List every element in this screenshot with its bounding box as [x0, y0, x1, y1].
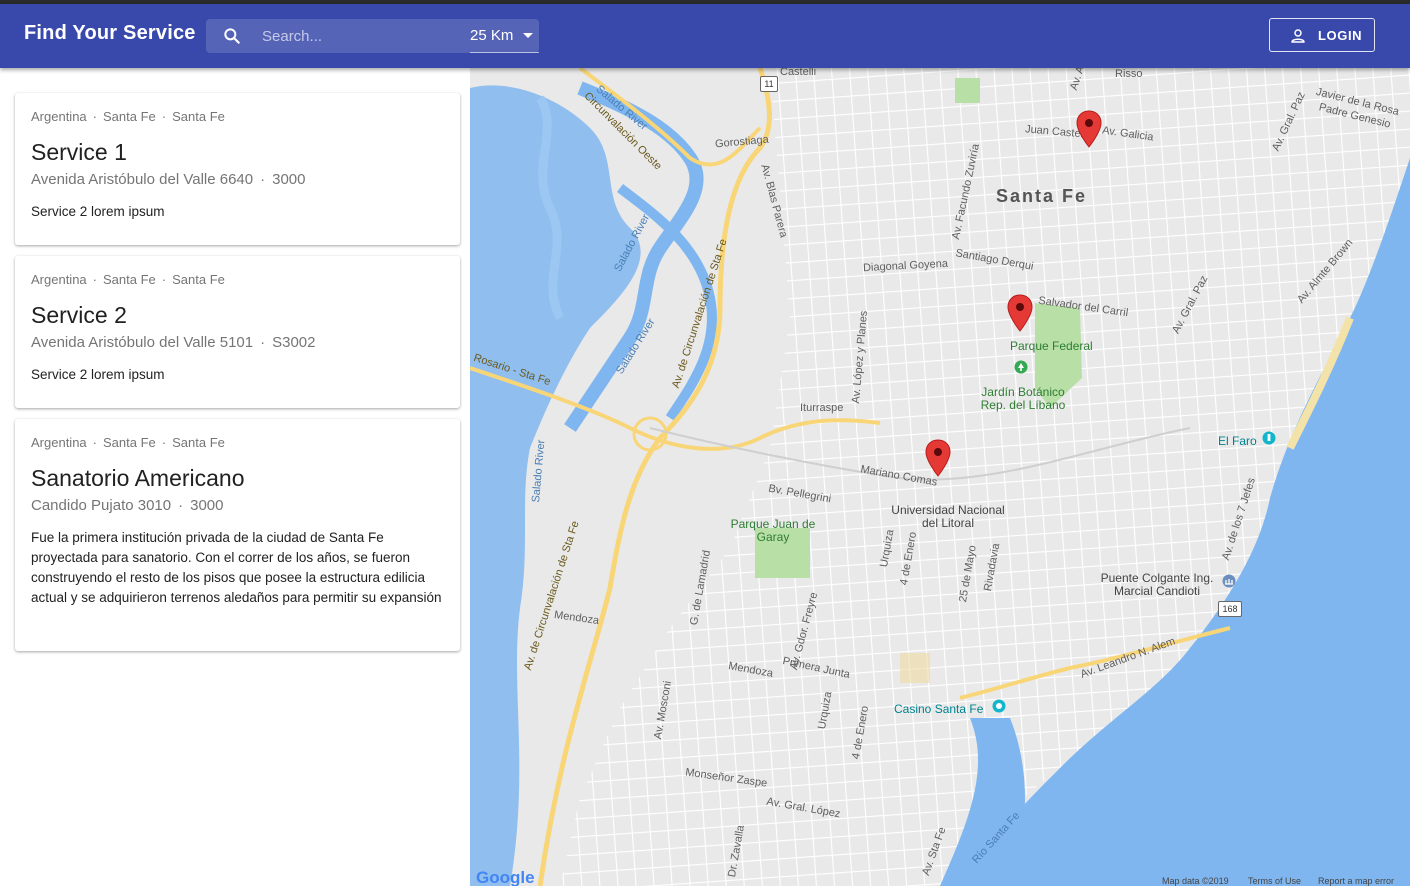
map-pin-icon[interactable]: [925, 439, 951, 477]
landmark-icon: [1222, 574, 1236, 588]
service-address-line: Candido Pujato 3010 · 3000: [31, 497, 224, 514]
terms-link[interactable]: Terms of Use: [1248, 876, 1301, 886]
city-label: Santa Fe: [996, 186, 1088, 206]
chevron-down-icon: [523, 33, 533, 38]
service-description: Service 2 lorem ipsum: [31, 204, 165, 219]
location-breadcrumb: Argentina · Santa Fe · Santa Fe: [31, 109, 225, 124]
service-address-line: Avenida Aristóbulo del Valle 5101 · S3002: [31, 334, 316, 351]
map-canvas: [470, 68, 1410, 886]
service-card[interactable]: Argentina · Santa Fe · Santa Fe Service 2 Av…: [15, 256, 460, 408]
service-name: Service 2: [31, 302, 127, 328]
route-shield: 168: [1218, 601, 1242, 617]
service-card[interactable]: Argentina · Santa Fe · Santa Fe Service 1 Av…: [15, 93, 460, 245]
place-label: Universidad Nacional del Litoral: [891, 503, 1005, 530]
service-zip: 3000: [190, 497, 224, 514]
service-address: Avenida Aristóbulo del Valle 5101: [31, 334, 254, 351]
user-icon: [1291, 29, 1305, 43]
service-zip: S3002: [272, 334, 316, 351]
radius-underline: [470, 52, 539, 53]
map-data-attribution: Map data ©2019: [1162, 876, 1229, 886]
search-bar: 25 Km: [206, 19, 539, 53]
city: Santa Fe: [172, 435, 225, 450]
search-icon[interactable]: [222, 26, 242, 46]
google-logo: Google: [476, 868, 535, 886]
place-label: Parque Federal: [1010, 339, 1093, 353]
app-bar: Find Your Service 25 Km LOGIN: [0, 4, 1410, 68]
search-input[interactable]: [262, 19, 462, 53]
province: Santa Fe: [103, 272, 156, 287]
map-pin-icon[interactable]: [1007, 294, 1033, 332]
city: Santa Fe: [172, 109, 225, 124]
login-label: LOGIN: [1318, 28, 1363, 43]
province: Santa Fe: [103, 435, 156, 450]
street-label: Iturraspe: [800, 402, 844, 414]
tree-icon: [1014, 360, 1028, 374]
service-description: Fue la primera institución privada de la…: [31, 530, 442, 605]
country: Argentina: [31, 109, 87, 124]
place-label: Casino Santa Fe: [894, 702, 984, 716]
service-zip: 3000: [272, 171, 306, 188]
service-card[interactable]: Argentina · Santa Fe · Santa Fe Sanatorio Am…: [15, 419, 460, 651]
radius-select[interactable]: 25 Km: [470, 19, 539, 53]
service-address: Avenida Aristóbulo del Valle 6640: [31, 171, 254, 188]
street-label: Castelli: [780, 68, 817, 78]
country: Argentina: [31, 435, 87, 450]
service-name: Service 1: [31, 139, 127, 165]
casino-icon: [992, 699, 1006, 713]
map-view[interactable]: Santa Fe Castelli Risso Javier de la Ros…: [470, 68, 1410, 886]
park-area: [955, 78, 980, 103]
city: Santa Fe: [172, 272, 225, 287]
service-name: Sanatorio Americano: [31, 465, 245, 491]
service-description: Service 2 lorem ipsum: [31, 367, 165, 382]
route-shield: 11: [760, 76, 778, 92]
app-title: Find Your Service: [24, 22, 196, 44]
map-pin-icon[interactable]: [1076, 110, 1102, 148]
province: Santa Fe: [103, 109, 156, 124]
place-label: Jardín Botánico Rep. del Líbano: [980, 385, 1066, 412]
service-address-line: Avenida Aristóbulo del Valle 6640 · 3000: [31, 171, 306, 188]
location-breadcrumb: Argentina · Santa Fe · Santa Fe: [31, 272, 225, 287]
country: Argentina: [31, 272, 87, 287]
place-label: El Faro: [1218, 434, 1257, 448]
report-error-link[interactable]: Report a map error: [1318, 876, 1394, 886]
plaza-area: [900, 653, 930, 683]
radius-value: 25 Km: [470, 27, 514, 44]
service-address: Candido Pujato 3010: [31, 497, 172, 514]
location-breadcrumb: Argentina · Santa Fe · Santa Fe: [31, 435, 225, 450]
street-label: Risso: [1115, 68, 1143, 80]
login-button[interactable]: LOGIN: [1269, 18, 1375, 52]
results-sidebar: Argentina · Santa Fe · Santa Fe Service 1 Av…: [0, 68, 470, 886]
place-label: Parque Juan de Garay: [730, 517, 816, 544]
attraction-icon: [1262, 431, 1276, 445]
place-label: Puente Colgante Ing. Marcial Candioti: [1100, 571, 1214, 598]
